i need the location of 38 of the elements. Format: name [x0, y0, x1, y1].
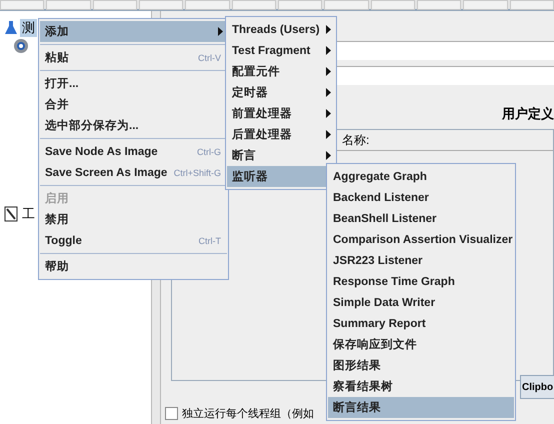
shortcut-text: Ctrl-G	[197, 146, 221, 156]
menu-item-label: 帮助	[45, 259, 70, 274]
menu-item-label: 启用	[45, 191, 70, 206]
menu-item-label: 定时器	[232, 85, 269, 100]
menu-item-label: Response Time Graph	[333, 276, 456, 288]
menu-item-label: Comparison Assertion Visualizer	[333, 234, 513, 246]
menu-item-label: Save Node As Image	[45, 146, 159, 158]
menu-item-label: 合并	[45, 97, 70, 112]
shortcut-text: Ctrl-T	[198, 236, 221, 246]
menu-item-label: BeanShell Listener	[333, 212, 438, 224]
column-header: 名称:	[342, 132, 370, 148]
menu-item-label: Backend Listener	[333, 192, 430, 204]
menu-item-label: 添加	[45, 24, 70, 39]
menu-item-label: 图形结果	[333, 358, 382, 373]
shortcut-text: Ctrl+Shift-G	[174, 168, 221, 178]
menu-item-label: 保存响应到文件	[333, 337, 418, 352]
menu-item-label: Aggregate Graph	[333, 170, 428, 182]
menu-item-label: 断言	[232, 148, 257, 163]
menu-item-label: 打开...	[45, 76, 80, 91]
menu-item-label: 前置处理器	[232, 106, 293, 121]
menu-item-label: 断言结果	[333, 400, 382, 415]
menu-item-label: Simple Data Writer	[333, 296, 436, 308]
menu-item-label: 察看结果树	[333, 379, 394, 394]
menu-item-label: 监听器	[232, 169, 269, 184]
checkbox-label: 独立运行每个线程组（例如	[182, 406, 314, 421]
menu-item-label: Threads (Users)	[232, 24, 321, 36]
menu-item-label: 后置处理器	[232, 127, 293, 142]
menu-item-label: 选中部分保存为...	[45, 118, 140, 133]
shortcut-text: Ctrl-V	[198, 52, 221, 62]
menu-item-label: 配置元件	[232, 64, 281, 79]
menu-item-label: 禁用	[45, 212, 70, 227]
menu-item-label: Save Screen As Image	[45, 166, 168, 178]
table-title: 用户定义	[502, 105, 554, 123]
menu-item-label: Toggle	[45, 234, 83, 246]
menu-item-label: Test Fragment	[232, 44, 312, 56]
menu-item-label: Summary Report	[333, 318, 427, 330]
menu-item-label: 粘贴	[45, 50, 70, 65]
menu-item-label: JSR223 Listener	[333, 254, 424, 266]
